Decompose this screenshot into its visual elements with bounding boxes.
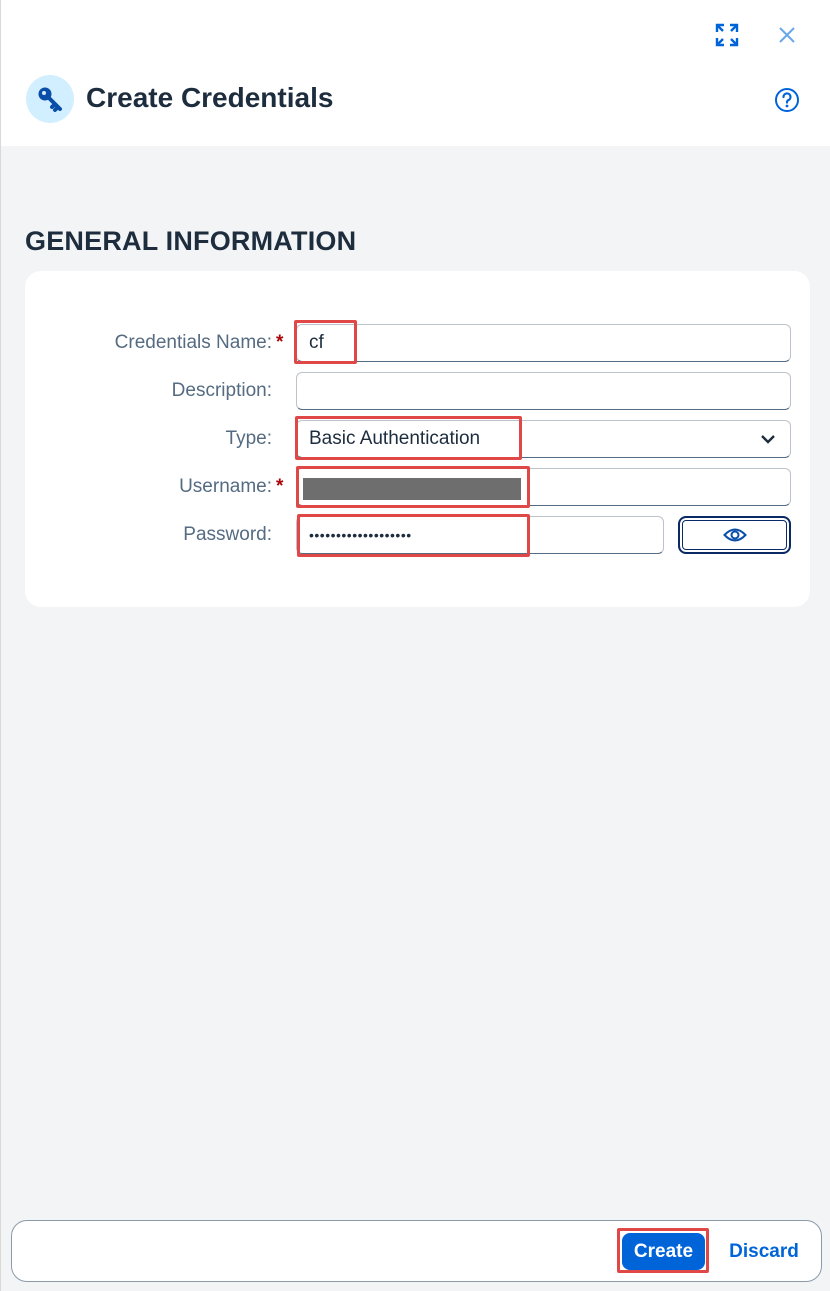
help-button[interactable] <box>769 82 805 118</box>
chevron-down-icon <box>761 435 775 444</box>
close-icon <box>779 27 795 43</box>
description-input[interactable] <box>296 372 791 410</box>
help-icon <box>775 88 799 112</box>
show-password-button[interactable] <box>678 516 791 554</box>
eye-icon <box>722 528 747 542</box>
title-icon-badge <box>26 75 74 123</box>
dialog-header: Create Credentials <box>0 0 830 146</box>
type-select[interactable]: Basic Authentication <box>296 420 791 458</box>
description-label: Description: <box>171 380 272 401</box>
fullscreen-icon <box>715 23 739 47</box>
username-label: Username: <box>179 476 272 497</box>
discard-button[interactable]: Discard <box>722 1233 806 1270</box>
page-title: Create Credentials <box>86 82 334 113</box>
section-title: GENERAL INFORMATION <box>25 226 357 256</box>
create-button[interactable]: Create <box>622 1233 705 1270</box>
redacted-username <box>303 478 521 500</box>
password-input[interactable]: ••••••••••••••••••• <box>296 516 664 554</box>
key-icon <box>38 87 62 112</box>
password-label: Password: <box>183 524 272 545</box>
type-label: Type: <box>225 428 272 449</box>
required-marker: * <box>276 476 284 497</box>
required-marker: * <box>276 332 284 353</box>
credentials-name-input[interactable]: cf <box>296 324 791 362</box>
credentials-name-label: Credentials Name: <box>114 332 272 353</box>
fullscreen-button[interactable] <box>710 18 744 52</box>
close-button[interactable] <box>770 18 804 52</box>
